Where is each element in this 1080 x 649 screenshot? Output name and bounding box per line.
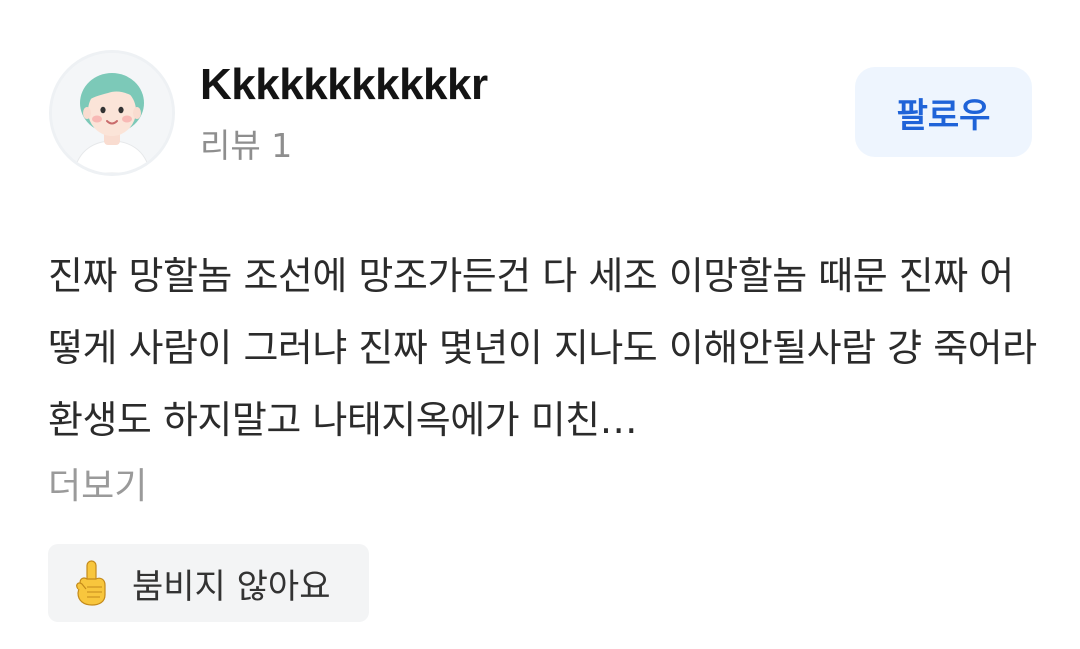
avatar[interactable]: [52, 53, 172, 173]
pointing-up-hand-icon: [70, 558, 114, 608]
follow-button[interactable]: 팔로우: [855, 67, 1032, 157]
reaction-label: 붐비지 않아요: [132, 566, 331, 607]
username[interactable]: Kkkkkkkkkkkr: [200, 58, 488, 112]
cartoon-person-avatar-icon: [52, 53, 172, 173]
more-link[interactable]: 더보기: [48, 461, 147, 513]
reaction-chip[interactable]: 붐비지 않아요: [48, 544, 369, 622]
review-text: 진짜 망할놈 조선에 망조가든건 다 세조 이망할놈 때문 진짜 어떻게 사람이…: [48, 254, 1037, 442]
review-count: 리뷰 1: [200, 126, 293, 165]
